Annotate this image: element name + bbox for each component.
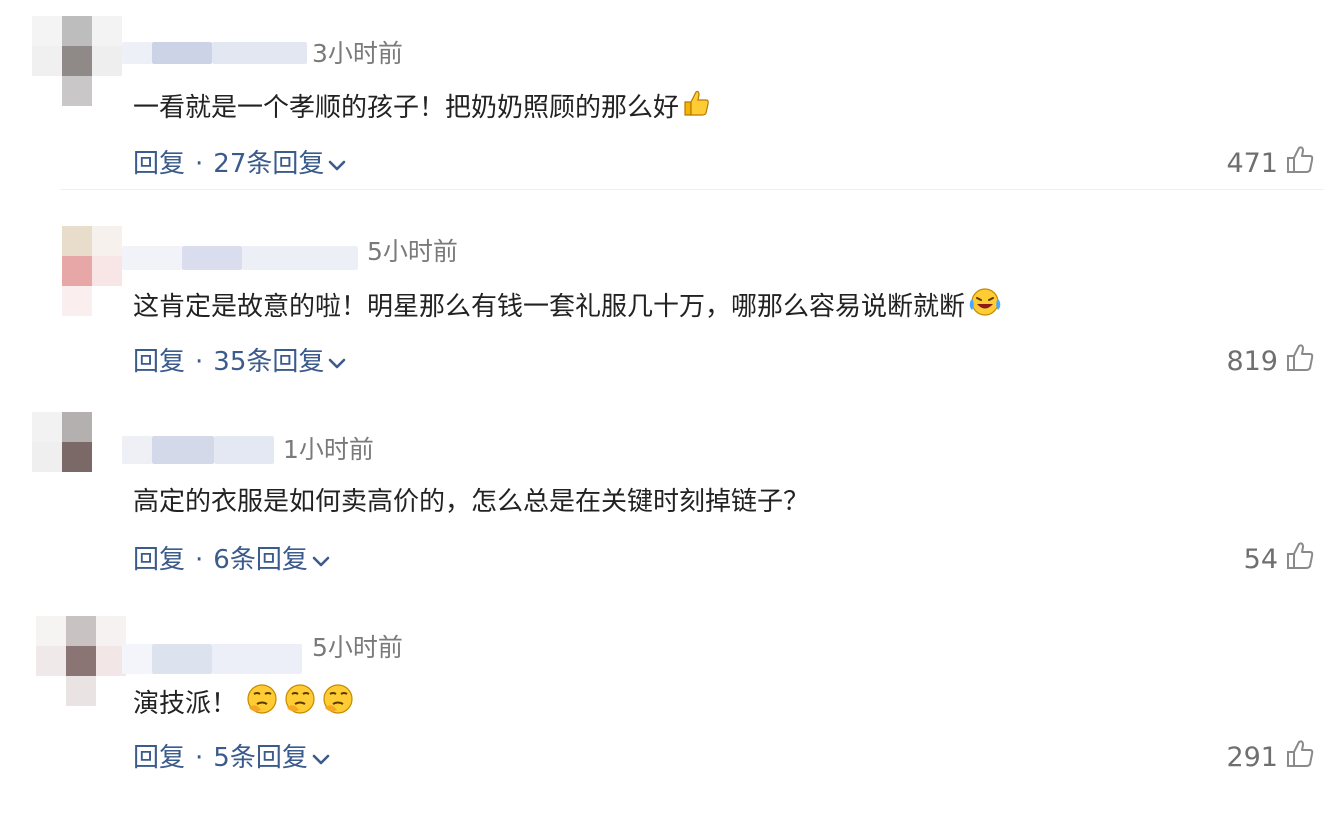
comment-time: 1小时前	[283, 435, 374, 464]
thumbs-up-icon	[1284, 144, 1316, 183]
thumbs-up-emoji-icon	[681, 88, 711, 128]
comment-time: 3小时前	[312, 39, 403, 68]
comment-text: 一看就是一个孝顺的孩子！把奶奶照顾的那么好	[133, 88, 711, 128]
comment-text-content: 演技派！	[133, 689, 238, 719]
comment-text-content: 一看就是一个孝顺的孩子！把奶奶照顾的那么好	[133, 93, 680, 123]
username-blurred[interactable]	[122, 220, 358, 272]
comment-item: 5小时前 这肯定是故意的啦！明星那么有钱一套礼服几十万，哪那么容易说断就断 回复…	[0, 198, 1324, 388]
comment-text: 演技派！	[133, 682, 359, 726]
reply-button[interactable]: 回复	[133, 146, 185, 182]
view-replies-button[interactable]: 5条回复	[213, 740, 330, 776]
like-button[interactable]: 471	[1226, 144, 1316, 183]
reply-button[interactable]: 回复	[133, 740, 185, 776]
avatar[interactable]	[32, 16, 122, 106]
separator-dot: ·	[195, 149, 204, 179]
like-button[interactable]: 819	[1226, 342, 1316, 381]
reply-button[interactable]: 回复	[133, 344, 185, 380]
chevron-down-icon	[328, 344, 346, 380]
view-replies-button[interactable]: 35条回复	[213, 344, 346, 380]
thumbs-up-icon	[1284, 342, 1316, 381]
like-count: 819	[1226, 346, 1278, 377]
like-button[interactable]: 54	[1244, 540, 1316, 579]
replies-count-label: 5条回复	[213, 743, 308, 773]
comment-text-content: 这肯定是故意的啦！明星那么有钱一套礼服几十万，哪那么容易说断就断	[133, 292, 966, 322]
thumbs-up-icon	[1284, 738, 1316, 777]
view-replies-button[interactable]: 6条回复	[213, 542, 330, 578]
comment-actions: 回复 · 6条回复	[133, 542, 330, 578]
view-replies-button[interactable]: 27条回复	[213, 146, 346, 182]
username-blurred[interactable]	[122, 616, 302, 674]
comment-text-content: 高定的衣服是如何卖高价的，怎么总是在关键时刻掉链子？	[133, 487, 810, 517]
comment-item: 3小时前 一看就是一个孝顺的孩子！把奶奶照顾的那么好 回复 · 27条回复 47…	[0, 0, 1324, 190]
like-count: 471	[1226, 148, 1278, 179]
comment-time: 5小时前	[312, 633, 403, 662]
separator-dot: ·	[195, 545, 204, 575]
chevron-down-icon	[328, 146, 346, 182]
comment-text: 高定的衣服是如何卖高价的，怎么总是在关键时刻掉链子？	[133, 484, 809, 520]
separator-dot: ·	[195, 347, 204, 377]
replies-count-label: 6条回复	[213, 545, 308, 575]
comment-feed: 3小时前 一看就是一个孝顺的孩子！把奶奶照顾的那么好 回复 · 27条回复 47…	[0, 0, 1324, 822]
comment-text: 这肯定是故意的啦！明星那么有钱一套礼服几十万，哪那么容易说断就断	[133, 286, 1003, 328]
avatar[interactable]	[36, 616, 126, 706]
avatar[interactable]	[32, 412, 122, 502]
chevron-down-icon	[312, 542, 330, 578]
comment-item: 1小时前 高定的衣服是如何卖高价的，怎么总是在关键时刻掉链子？ 回复 · 6条回…	[0, 396, 1324, 586]
chevron-down-icon	[312, 740, 330, 776]
username-blurred[interactable]	[122, 418, 274, 470]
comment-actions: 回复 · 5条回复	[133, 740, 330, 776]
like-count: 54	[1243, 544, 1278, 575]
reply-button[interactable]: 回复	[133, 542, 185, 578]
comment-time: 5小时前	[367, 237, 458, 266]
like-count: 291	[1226, 742, 1278, 773]
comment-actions: 回复 · 27条回复	[133, 146, 346, 182]
comment-item: 5小时前 演技派！ 回复 · 5条回复 291	[0, 594, 1324, 784]
thinking-emoji-icon	[245, 682, 359, 726]
like-button[interactable]: 291	[1226, 738, 1316, 777]
separator-dot: ·	[195, 743, 204, 773]
username-blurred[interactable]	[122, 22, 307, 74]
thumbs-up-icon	[1284, 540, 1316, 579]
replies-count-label: 35条回复	[213, 347, 325, 377]
replies-count-label: 27条回复	[213, 149, 325, 179]
avatar[interactable]	[62, 226, 122, 316]
divider	[60, 189, 1324, 190]
laughing-crying-emoji-icon	[967, 286, 1003, 328]
comment-actions: 回复 · 35条回复	[133, 344, 346, 380]
